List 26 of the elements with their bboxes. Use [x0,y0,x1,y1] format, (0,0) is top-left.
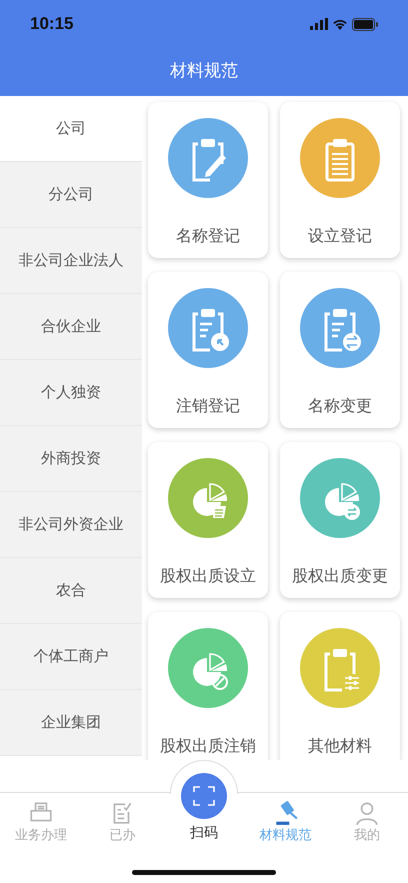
battery-icon [352,18,378,30]
page-title: 材料规范 [170,60,238,84]
scan-button[interactable] [181,773,227,819]
category-card[interactable]: 注销登记 [148,272,268,428]
card-label: 设立登记 [308,225,372,247]
card-label: 名称变更 [308,395,372,417]
person-icon [354,800,380,826]
card-label: 名称登记 [176,225,240,247]
category-card[interactable]: 设立登记 [280,102,400,258]
card-label: 其他材料 [308,735,372,757]
card-label: 股权出质注销 [160,735,256,757]
tab-item[interactable]: 扫码 [163,823,245,844]
signal-icon [310,18,328,30]
category-card[interactable]: 名称变更 [280,272,400,428]
wifi-icon [332,18,348,30]
category-card[interactable]: 股权出质注销 [148,612,268,760]
sidebar-item[interactable]: 公司 [0,96,142,162]
category-card[interactable]: 名称登记 [148,102,268,258]
status-time: 10:15 [30,13,74,36]
category-card[interactable]: 股权出质变更 [280,442,400,598]
card-label: 注销登记 [176,395,240,417]
card-label: 股权出质变更 [292,565,388,587]
scan-icon [192,785,216,807]
category-card[interactable]: 其他材料 [280,612,400,760]
card-label: 股权出质设立 [160,565,256,587]
category-card[interactable]: 股权出质设立 [148,442,268,598]
